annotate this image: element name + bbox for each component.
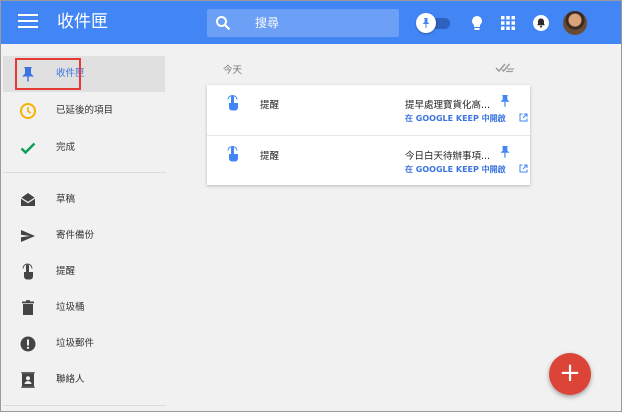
- clock-icon: [20, 103, 36, 119]
- sidebar-item-label: 聯絡人: [56, 374, 85, 385]
- sidebar-item-label: 垃圾桶: [56, 302, 85, 313]
- sidebar-item-inbox[interactable]: 收件匣: [3, 56, 165, 92]
- search-icon: [216, 16, 231, 31]
- sidebar-item-sent[interactable]: 寄件備份: [3, 218, 165, 254]
- trash-icon: [22, 300, 34, 315]
- search-input[interactable]: [255, 12, 391, 34]
- sidebar-item-reminders[interactable]: 提醒: [3, 254, 165, 290]
- item-text: 提早處理寶貨化高...: [405, 100, 491, 111]
- sidebar-divider: [3, 172, 166, 173]
- open-in-keep-link[interactable]: 在 GOOGLE KEEP 中開啟: [405, 164, 506, 175]
- notifications-icon[interactable]: [532, 14, 550, 32]
- sidebar-item-snoozed[interactable]: 已延後的項目: [3, 93, 165, 129]
- pinned-toggle[interactable]: [416, 13, 452, 33]
- list-item[interactable]: 提醒 提早處理寶貨化高... 在 GOOGLE KEEP 中開啟: [207, 85, 530, 135]
- reminder-finger-icon: [22, 263, 33, 280]
- compose-button[interactable]: +: [549, 353, 591, 395]
- item-text: 今日白天待辦事項...: [405, 151, 491, 162]
- sidebar: 收件匣 已延後的項目 完成 草稿 寄件備份 提醒 垃圾桶 垃圾郵件 聯絡人: [1, 44, 166, 411]
- item-type: 提醒: [260, 151, 280, 162]
- search-box[interactable]: [207, 9, 399, 37]
- sidebar-item-label: 垃圾郵件: [56, 338, 95, 349]
- pin-icon: [422, 18, 430, 28]
- sidebar-item-trash[interactable]: 垃圾桶: [3, 290, 165, 326]
- sidebar-item-label: 收件匣: [56, 68, 85, 79]
- reminder-finger-icon: [227, 146, 238, 162]
- drafts-icon: [20, 193, 36, 206]
- sidebar-item-done[interactable]: 完成: [3, 130, 165, 166]
- mark-all-done-icon[interactable]: [495, 60, 515, 74]
- bulb-icon[interactable]: [468, 14, 486, 32]
- item-type: 提醒: [260, 100, 280, 111]
- sidebar-item-label: 寄件備份: [56, 230, 95, 241]
- menu-icon[interactable]: [18, 14, 38, 30]
- sidebar-divider: [3, 405, 166, 406]
- contacts-icon: [21, 372, 35, 388]
- send-icon: [21, 230, 35, 242]
- sidebar-item-label: 草稿: [56, 194, 76, 205]
- sidebar-item-contacts[interactable]: 聯絡人: [3, 362, 165, 398]
- open-in-keep-link[interactable]: 在 GOOGLE KEEP 中開啟: [405, 113, 506, 124]
- apps-grid-icon[interactable]: [499, 14, 517, 32]
- sidebar-item-drafts[interactable]: 草稿: [3, 182, 165, 218]
- avatar[interactable]: [563, 11, 587, 35]
- external-link-icon[interactable]: [519, 113, 528, 122]
- sidebar-item-label: 提醒: [56, 266, 76, 277]
- sidebar-item-label: 已延後的項目: [56, 105, 114, 116]
- reminder-list: 提醒 提早處理寶貨化高... 在 GOOGLE KEEP 中開啟 提醒 今日白天…: [207, 85, 530, 185]
- reminder-finger-icon: [227, 95, 238, 111]
- check-icon: [20, 142, 36, 155]
- external-link-icon[interactable]: [519, 164, 528, 173]
- sidebar-item-label: 完成: [56, 142, 76, 153]
- spam-icon: [20, 336, 36, 352]
- sidebar-item-spam[interactable]: 垃圾郵件: [3, 326, 165, 362]
- top-app-bar: 收件匣: [1, 1, 621, 44]
- pin-icon: [22, 67, 34, 82]
- page-title: 收件匣: [57, 12, 108, 32]
- section-label-today: 今天: [223, 65, 243, 76]
- pin-icon[interactable]: [499, 94, 511, 108]
- list-item[interactable]: 提醒 今日白天待辦事項... 在 GOOGLE KEEP 中開啟: [207, 135, 530, 185]
- pin-icon[interactable]: [499, 145, 511, 159]
